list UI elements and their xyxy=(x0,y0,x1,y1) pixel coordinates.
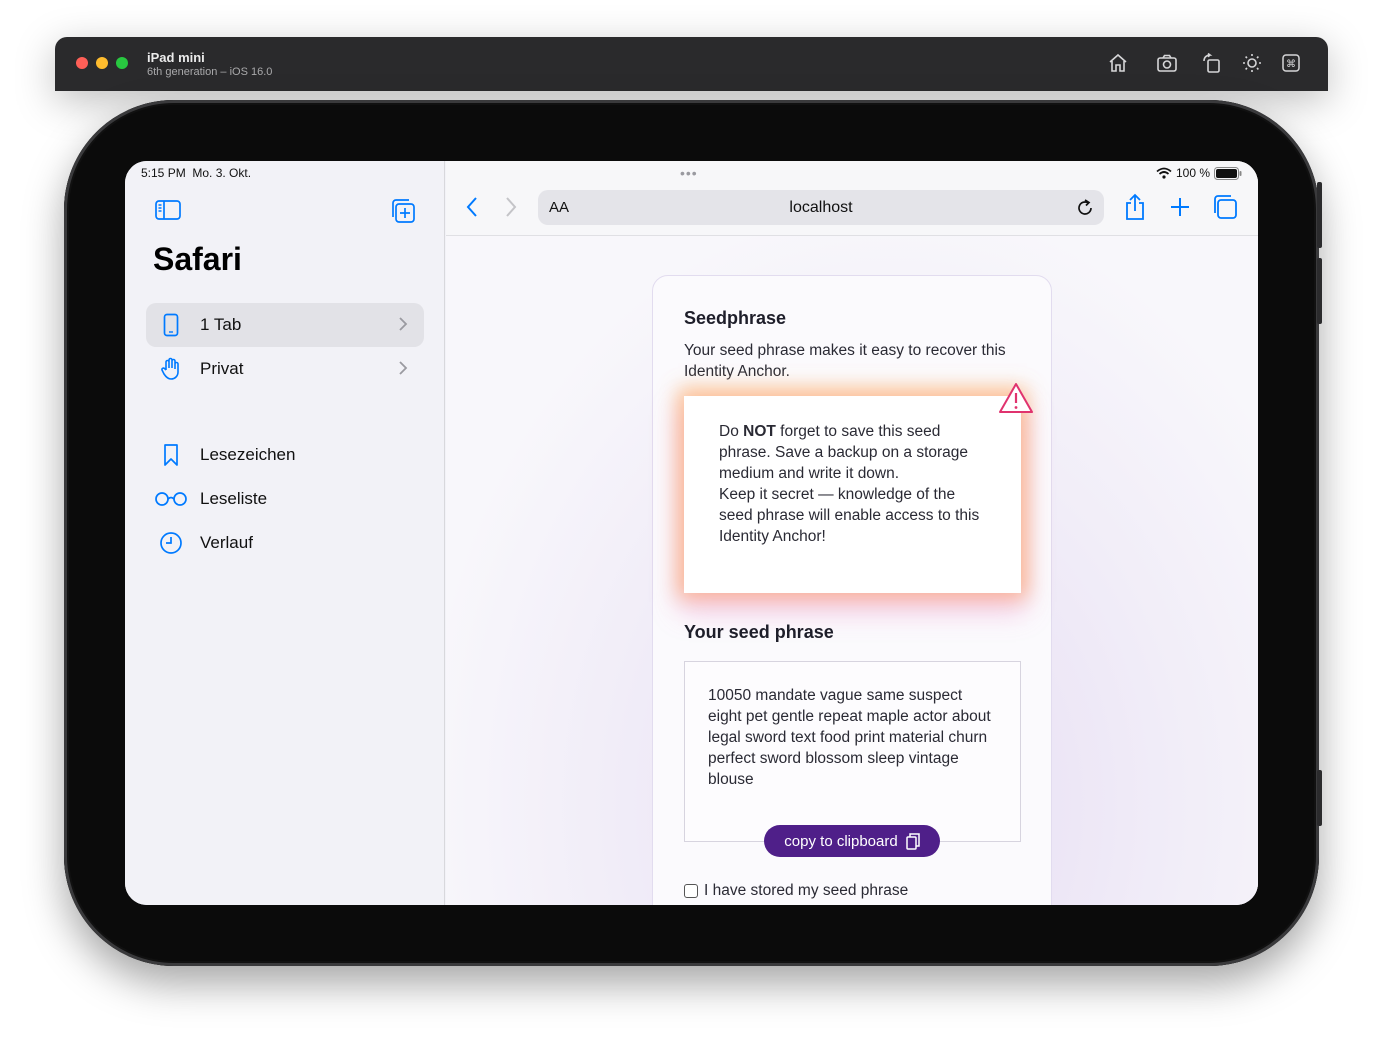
sidebar-item-label: Privat xyxy=(200,359,244,378)
sidebar-item-label: Leseliste xyxy=(200,489,268,508)
hand-icon xyxy=(154,356,188,382)
status-time: 5:15 PM xyxy=(141,166,186,180)
svg-text:⌘: ⌘ xyxy=(1286,59,1296,70)
sidebar-title: Safari xyxy=(153,241,242,277)
appearance-icon[interactable] xyxy=(1241,52,1263,74)
zoom-window-button[interactable] xyxy=(116,57,128,69)
copy-to-clipboard-button[interactable]: copy to clipboard xyxy=(764,825,940,857)
clock-icon xyxy=(154,530,188,556)
copy-button-label: copy to clipboard xyxy=(784,832,898,850)
address-bar[interactable]: AA localhost xyxy=(538,190,1104,225)
new-tab-plus-icon[interactable] xyxy=(1169,196,1191,218)
sidebar-item-label: Verlauf xyxy=(200,533,253,552)
seed-phrase-text: 10050 mandate vague same suspect eight p… xyxy=(708,687,991,788)
back-chevron-icon[interactable] xyxy=(465,196,479,218)
confirm-stored-checkbox-row[interactable]: I have stored my seed phrase xyxy=(684,882,908,900)
reload-icon[interactable] xyxy=(1074,197,1096,219)
simulator-device-subtitle: 6th generation – iOS 16.0 xyxy=(147,66,273,78)
status-date: Mo. 3. Okt. xyxy=(192,166,252,180)
share-icon[interactable] xyxy=(1124,193,1146,221)
glasses-icon xyxy=(154,486,188,512)
multitasking-dots-icon[interactable]: ••• xyxy=(680,165,698,181)
forward-chevron-icon[interactable] xyxy=(504,196,518,218)
rotate-icon[interactable] xyxy=(1201,52,1223,74)
sidebar-item-tabs[interactable]: 1 Tab xyxy=(146,303,424,347)
battery-percentage: 100 % xyxy=(1175,166,1210,180)
tab-overview-icon[interactable] xyxy=(1212,194,1238,220)
sidebar-item-private[interactable]: Privat xyxy=(146,347,424,391)
status-right: 100 % xyxy=(1156,166,1242,180)
seed-phrase-heading: Your seed phrase xyxy=(684,622,834,642)
browser-toolbar: ••• 100 % AA localhost xyxy=(446,161,1258,236)
side-button xyxy=(1317,770,1322,826)
page-title: Seedphrase xyxy=(684,308,787,328)
warning-triangle-icon xyxy=(999,383,1033,413)
new-tab-group-icon[interactable] xyxy=(390,198,416,224)
home-icon[interactable] xyxy=(1107,52,1129,74)
minimize-window-button[interactable] xyxy=(96,57,108,69)
sidebar-toggle-icon[interactable] xyxy=(155,199,181,221)
url-text: localhost xyxy=(789,199,853,216)
warning-prefix: Do xyxy=(719,423,744,440)
chevron-right-icon xyxy=(399,317,408,331)
screenshot-icon[interactable] xyxy=(1156,52,1178,74)
sidebar-item-label: 1 Tab xyxy=(200,315,242,334)
chevron-right-icon xyxy=(399,361,408,375)
browser-pane: ••• 100 % AA localhost Seedphrase Your s… xyxy=(446,161,1258,905)
simulator-titlebar xyxy=(55,37,1328,91)
sidebar-item-history[interactable]: Verlauf xyxy=(146,521,424,565)
wifi-icon xyxy=(1156,167,1172,179)
warning-strong: NOT xyxy=(743,423,776,440)
ipad-icon xyxy=(154,312,188,338)
sidebar-item-label: Lesezeichen xyxy=(200,445,296,464)
command-key-icon[interactable]: ⌘ xyxy=(1280,52,1302,74)
page-description: Your seed phrase makes it easy to recove… xyxy=(684,342,1006,380)
copy-icon xyxy=(905,832,920,850)
seedphrase-card: Seedphrase Your seed phrase makes it eas… xyxy=(652,275,1052,905)
status-time-date: 5:15 PM Mo. 3. Okt. xyxy=(141,166,251,180)
sidebar-item-bookmarks[interactable]: Lesezeichen xyxy=(146,433,424,477)
sidebar-item-reading-list[interactable]: Leseliste xyxy=(146,477,424,521)
seed-phrase-box: 10050 mandate vague same suspect eight p… xyxy=(684,661,1021,842)
bookmark-icon xyxy=(154,442,188,468)
battery-icon xyxy=(1214,166,1242,180)
warning-box: Do NOT forget to save this seed phrase. … xyxy=(684,383,1033,593)
web-content: Seedphrase Your seed phrase makes it eas… xyxy=(446,236,1258,905)
safari-sidebar: 5:15 PM Mo. 3. Okt. Safari 1 Tab Privat … xyxy=(125,161,445,905)
confirm-checkbox[interactable] xyxy=(684,884,698,898)
simulator-device-name: iPad mini xyxy=(147,50,205,65)
close-window-button[interactable] xyxy=(76,57,88,69)
volume-up-button xyxy=(1317,182,1322,248)
confirm-label: I have stored my seed phrase xyxy=(704,882,909,899)
ipad-screen: 5:15 PM Mo. 3. Okt. Safari 1 Tab Privat … xyxy=(125,161,1258,905)
warning-line2: Keep it secret — knowledge of the seed p… xyxy=(719,486,980,545)
volume-down-button xyxy=(1317,258,1322,324)
warning-text: Do NOT forget to save this seed phrase. … xyxy=(719,421,984,547)
